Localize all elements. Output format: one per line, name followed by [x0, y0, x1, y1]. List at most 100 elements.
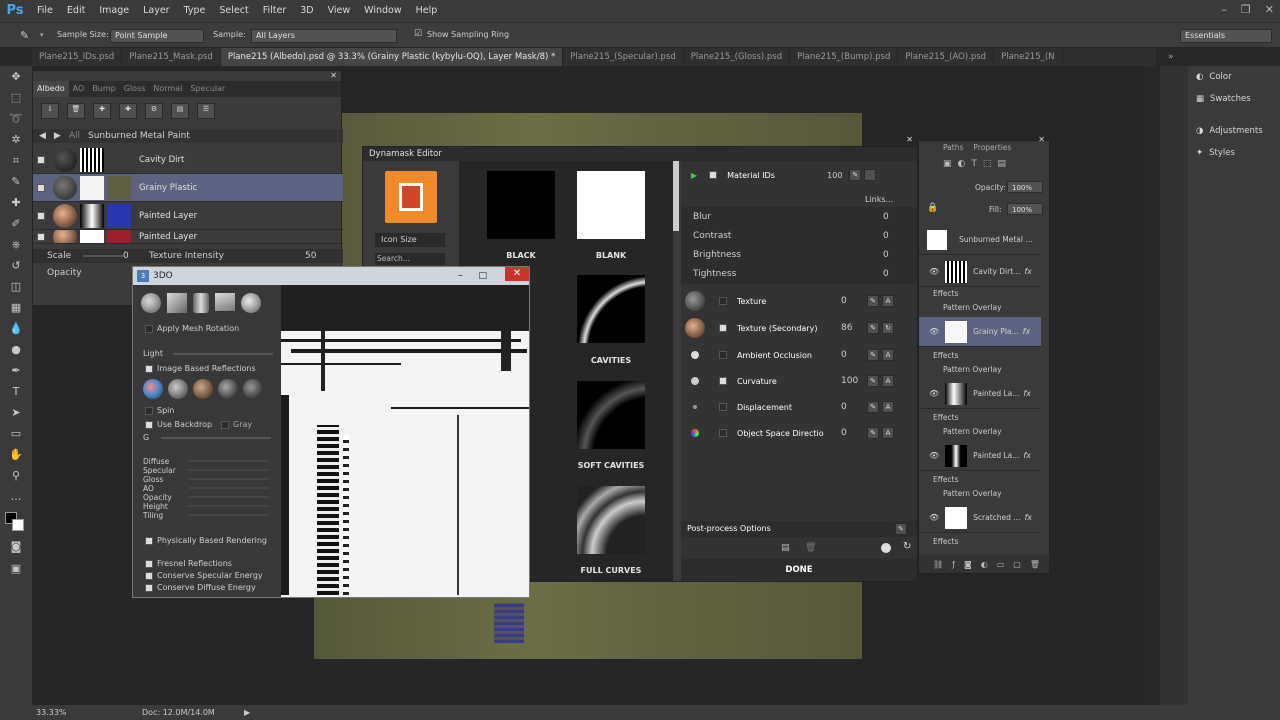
adjust-add-icon[interactable]: ◐	[981, 560, 988, 569]
ddo-tab-bump[interactable]: Bump	[88, 81, 119, 97]
filter-type-icon[interactable]: T	[971, 159, 977, 169]
auto-icon[interactable]: A	[882, 349, 894, 361]
collapse-arrows-icon[interactable]: »	[1168, 52, 1174, 62]
object-space-row[interactable]: Object Space Directio 0 ✎ A	[681, 423, 917, 443]
menu-image[interactable]: Image	[92, 0, 136, 22]
panel-adjustments[interactable]: ◑ Adjustments	[1188, 120, 1280, 142]
material-ids-row[interactable]: ▶ Material IDs 100 ✎	[681, 165, 917, 185]
ibr-checkbox[interactable]	[145, 365, 153, 373]
ddo-visibility-checkbox[interactable]	[37, 183, 45, 192]
dodge-tool-icon[interactable]: ●	[0, 339, 32, 360]
edit-icon[interactable]: ✎	[849, 169, 862, 181]
path-select-icon[interactable]: ➤	[0, 402, 32, 423]
fx-icon[interactable]: fx	[1024, 267, 1032, 276]
lasso-tool-icon[interactable]: ➰	[0, 108, 32, 129]
brightness-value[interactable]: 0	[883, 250, 889, 260]
sample-size-select[interactable]: Point Sample	[110, 29, 204, 43]
menu-file[interactable]: File	[30, 0, 60, 22]
gradient-tool-icon[interactable]: ▦	[0, 297, 32, 318]
ddo-delete-icon[interactable]: 🗑	[67, 103, 85, 119]
tightness-row[interactable]: Tightness 0	[681, 264, 917, 284]
save-preset-icon[interactable]: ▤	[781, 543, 790, 553]
crop-tool-icon[interactable]: ⌗	[0, 150, 32, 171]
eye-icon[interactable]: 👁	[929, 267, 939, 276]
filter-image-icon[interactable]: ▣	[943, 159, 952, 169]
ddo-layers-icon[interactable]: ☰	[197, 103, 215, 119]
ddo-doc-icon[interactable]: ▤	[171, 103, 189, 119]
background-color-swatch[interactable]	[12, 519, 24, 531]
ddo-layer-row[interactable]: Painted Layer	[33, 202, 343, 230]
type-tool-icon[interactable]: T	[0, 381, 32, 402]
marquee-tool-icon[interactable]: ⬚	[0, 87, 32, 108]
done-button[interactable]: DONE	[681, 559, 917, 581]
spin-checkbox[interactable]	[145, 407, 153, 415]
close-icon[interactable]: ✕	[1265, 0, 1274, 20]
fx-icon[interactable]: fx	[1023, 389, 1031, 398]
env-sphere-icon[interactable]	[168, 379, 188, 399]
texture-checkbox[interactable]	[719, 297, 727, 305]
layer-row[interactable]: 👁 Painted La... fx	[919, 441, 1041, 471]
mask-add-icon[interactable]: ◙	[964, 560, 972, 569]
fx-icon[interactable]: fx	[1023, 327, 1031, 336]
conserve-spec-checkbox[interactable]	[145, 572, 153, 580]
tab-bump[interactable]: Plane215_(Bump).psd	[790, 48, 899, 66]
texture-secondary-row[interactable]: Texture (Secondary) 86 ✎ ↻	[681, 316, 917, 340]
quick-mask-icon[interactable]: ◙	[0, 536, 32, 557]
texture-intensity-value[interactable]: 50	[305, 251, 316, 261]
edit-icon[interactable]: ✎	[867, 295, 879, 307]
displacement-row[interactable]: Displacement 0 ✎ A	[681, 397, 917, 417]
new-layer-icon[interactable]: ▢	[1013, 560, 1021, 569]
link-icon[interactable]: ⛓	[933, 560, 943, 569]
hand-tool-icon[interactable]: ✋	[0, 444, 32, 465]
ddo-all-label[interactable]: All	[69, 131, 80, 141]
cylinder-mesh-icon[interactable]	[193, 293, 209, 313]
menu-select[interactable]: Select	[212, 0, 255, 22]
restore-icon[interactable]: ❐	[1241, 0, 1251, 20]
custom-mesh-icon[interactable]	[241, 293, 261, 313]
pattern-overlay-label[interactable]: Pattern Overlay	[943, 365, 1002, 374]
displacement-value[interactable]: 0	[841, 402, 867, 412]
texture-row[interactable]: Texture 0 ✎ A	[681, 289, 917, 313]
ddo-visibility-checkbox[interactable]	[37, 155, 45, 164]
preset-blank-thumb[interactable]	[577, 171, 645, 239]
cube-mesh-icon[interactable]	[167, 293, 187, 313]
use-backdrop-checkbox[interactable]	[145, 421, 153, 429]
post-process-row[interactable]: Post-process Options ✎	[681, 521, 917, 537]
post-edit-icon[interactable]: ✎	[895, 523, 907, 535]
preset-full-curves-thumb[interactable]	[577, 486, 645, 554]
menu-window[interactable]: Window	[357, 0, 408, 22]
tab-gloss[interactable]: Plane215_(Gloss).psd	[684, 48, 791, 66]
light-slider[interactable]	[173, 353, 273, 355]
eraser-tool-icon[interactable]: ◫	[0, 276, 32, 297]
menu-view[interactable]: View	[321, 0, 358, 22]
g-slider[interactable]	[161, 437, 271, 439]
ddo-tab-gloss[interactable]: Gloss	[120, 81, 150, 97]
layer-row[interactable]: 👁 Scratched ... fx	[919, 503, 1041, 533]
eye-icon[interactable]: 👁	[929, 389, 939, 398]
plane-mesh-icon[interactable]	[215, 293, 235, 311]
contrast-row[interactable]: Contrast 0	[681, 226, 917, 246]
menu-filter[interactable]: Filter	[256, 0, 294, 22]
zoom-tool-icon[interactable]: ⚲	[0, 465, 32, 486]
tab-specular[interactable]: Plane215_(Specular).psd	[563, 48, 684, 66]
fx-add-icon[interactable]: ƒ	[952, 560, 955, 569]
screen-mode-icon[interactable]: ▣	[0, 558, 32, 579]
stamp-tool-icon[interactable]: ⎈	[0, 234, 32, 255]
layers-close-icon[interactable]: ✕	[1038, 135, 1045, 144]
menu-layer[interactable]: Layer	[136, 0, 177, 22]
auto-icon[interactable]: A	[882, 401, 894, 413]
ddo-gear-icon[interactable]: ⚙	[145, 103, 163, 119]
eyedropper-tool-icon[interactable]: ✎	[0, 171, 32, 192]
curvature-row[interactable]: Curvature 100 ✎ A	[681, 371, 917, 391]
trash-icon[interactable]: 🗑	[1030, 560, 1040, 569]
material-ids-value[interactable]: 100	[827, 171, 849, 180]
minimize-icon[interactable]: –	[1221, 0, 1227, 20]
fx-icon[interactable]: fx	[1023, 451, 1031, 460]
auto-icon[interactable]: A	[882, 427, 894, 439]
sample-select[interactable]: All Layers	[251, 29, 397, 43]
3do-title-bar[interactable]: 3 3DO – □	[133, 267, 529, 285]
auto-icon[interactable]: A	[882, 295, 894, 307]
preset-search-input[interactable]: Search...	[375, 253, 445, 265]
3do-minimize-icon[interactable]: –	[458, 267, 463, 285]
preset-scrollbar[interactable]	[673, 161, 679, 231]
